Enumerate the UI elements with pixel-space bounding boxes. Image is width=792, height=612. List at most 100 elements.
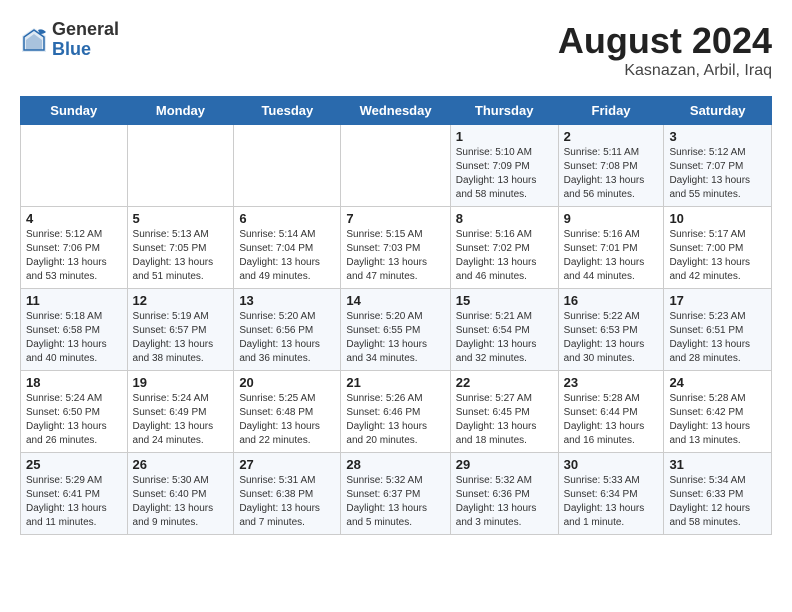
day-info: Sunrise: 5:18 AM Sunset: 6:58 PM Dayligh… [26,310,122,366]
calendar-cell: 19Sunrise: 5:24 AM Sunset: 6:49 PM Dayli… [127,371,234,453]
weekday-header-tuesday: Tuesday [234,97,341,125]
day-number: 16 [564,293,659,308]
day-info: Sunrise: 5:32 AM Sunset: 6:36 PM Dayligh… [456,474,553,530]
calendar-cell: 10 Sunrise: 5:17 AM Sunset: 7:00 PM Dayli… [664,207,772,289]
calendar-cell: 13 Sunrise: 5:20 AM Sunset: 6:56 PM Dayli… [234,289,341,371]
calendar-cell: 14 Sunrise: 5:20 AM Sunset: 6:55 PM Dayli… [341,289,450,371]
day-number: 4 [26,211,122,226]
weekday-header-saturday: Saturday [664,97,772,125]
day-number: 11 [26,293,122,308]
day-number: 23 [564,375,659,390]
day-info: Sunrise: 5:13 AM Sunset: 7:05 PM Dayligh… [133,228,229,284]
calendar-cell [127,125,234,207]
calendar-cell: 12 Sunrise: 5:19 AM Sunset: 6:57 PM Dayli… [127,289,234,371]
day-info: Sunrise: 5:31 AM Sunset: 6:38 PM Dayligh… [239,474,335,530]
calendar-cell: 17 Sunrise: 5:23 AM Sunset: 6:51 PM Dayli… [664,289,772,371]
day-number: 12 [133,293,229,308]
calendar-week-1: 1Sunrise: 5:10 AM Sunset: 7:09 PM Daylig… [21,125,772,207]
day-number: 17 [669,293,766,308]
day-info: Sunrise: 5:20 AM Sunset: 6:55 PM Dayligh… [346,310,444,366]
page-header: General Blue August 2024 Kasnazan, Arbil… [20,20,772,80]
day-info: Sunrise: 5:17 AM Sunset: 7:00 PM Dayligh… [669,228,766,284]
day-number: 25 [26,457,122,472]
day-number: 13 [239,293,335,308]
day-number: 8 [456,211,553,226]
calendar-cell: 16 Sunrise: 5:22 AM Sunset: 6:53 PM Dayli… [558,289,664,371]
day-info: Sunrise: 5:30 AM Sunset: 6:40 PM Dayligh… [133,474,229,530]
calendar-cell: 30 Sunrise: 5:33 AM Sunset: 6:34 PM Dayli… [558,453,664,535]
day-number: 24 [669,375,766,390]
calendar-cell: 22Sunrise: 5:27 AM Sunset: 6:45 PM Dayli… [450,371,558,453]
day-number: 26 [133,457,229,472]
calendar-week-3: 11 Sunrise: 5:18 AM Sunset: 6:58 PM Dayli… [21,289,772,371]
day-number: 9 [564,211,659,226]
calendar-cell: 4Sunrise: 5:12 AM Sunset: 7:06 PM Daylig… [21,207,128,289]
calendar-cell: 29 Sunrise: 5:32 AM Sunset: 6:36 PM Dayli… [450,453,558,535]
day-info: Sunrise: 5:25 AM Sunset: 6:48 PM Dayligh… [239,392,335,448]
day-number: 2 [564,129,659,144]
day-number: 3 [669,129,766,144]
calendar-cell [21,125,128,207]
calendar-cell: 31Sunrise: 5:34 AM Sunset: 6:33 PM Dayli… [664,453,772,535]
day-number: 28 [346,457,444,472]
calendar-cell [341,125,450,207]
calendar-cell: 2 Sunrise: 5:11 AM Sunset: 7:08 PM Daylig… [558,125,664,207]
logo-general-text: General [52,20,119,40]
day-info: Sunrise: 5:23 AM Sunset: 6:51 PM Dayligh… [669,310,766,366]
day-info: Sunrise: 5:28 AM Sunset: 6:42 PM Dayligh… [669,392,766,448]
calendar-cell: 6Sunrise: 5:14 AM Sunset: 7:04 PM Daylig… [234,207,341,289]
calendar-cell: 15 Sunrise: 5:21 AM Sunset: 6:54 PM Dayli… [450,289,558,371]
month-year-title: August 2024 [558,20,772,62]
day-info: Sunrise: 5:26 AM Sunset: 6:46 PM Dayligh… [346,392,444,448]
day-info: Sunrise: 5:32 AM Sunset: 6:37 PM Dayligh… [346,474,444,530]
calendar-week-5: 25 Sunrise: 5:29 AM Sunset: 6:41 PM Dayli… [21,453,772,535]
day-number: 6 [239,211,335,226]
day-number: 10 [669,211,766,226]
weekday-header-monday: Monday [127,97,234,125]
calendar-cell: 23 Sunrise: 5:28 AM Sunset: 6:44 PM Dayli… [558,371,664,453]
day-number: 31 [669,457,766,472]
day-number: 30 [564,457,659,472]
calendar-cell: 25 Sunrise: 5:29 AM Sunset: 6:41 PM Dayli… [21,453,128,535]
calendar-cell: 3Sunrise: 5:12 AM Sunset: 7:07 PM Daylig… [664,125,772,207]
calendar-cell: 8 Sunrise: 5:16 AM Sunset: 7:02 PM Daylig… [450,207,558,289]
day-number: 27 [239,457,335,472]
day-number: 5 [133,211,229,226]
day-number: 29 [456,457,553,472]
day-info: Sunrise: 5:22 AM Sunset: 6:53 PM Dayligh… [564,310,659,366]
calendar-cell [234,125,341,207]
day-number: 7 [346,211,444,226]
logo-icon [20,26,48,54]
day-info: Sunrise: 5:16 AM Sunset: 7:02 PM Dayligh… [456,228,553,284]
calendar-cell: 9 Sunrise: 5:16 AM Sunset: 7:01 PM Daylig… [558,207,664,289]
day-number: 20 [239,375,335,390]
day-number: 1 [456,129,553,144]
day-info: Sunrise: 5:21 AM Sunset: 6:54 PM Dayligh… [456,310,553,366]
weekday-header-sunday: Sunday [21,97,128,125]
day-info: Sunrise: 5:15 AM Sunset: 7:03 PM Dayligh… [346,228,444,284]
day-info: Sunrise: 5:27 AM Sunset: 6:45 PM Dayligh… [456,392,553,448]
day-info: Sunrise: 5:24 AM Sunset: 6:49 PM Dayligh… [133,392,229,448]
day-info: Sunrise: 5:11 AM Sunset: 7:08 PM Dayligh… [564,146,659,202]
calendar-cell: 11 Sunrise: 5:18 AM Sunset: 6:58 PM Dayli… [21,289,128,371]
day-info: Sunrise: 5:29 AM Sunset: 6:41 PM Dayligh… [26,474,122,530]
day-info: Sunrise: 5:20 AM Sunset: 6:56 PM Dayligh… [239,310,335,366]
weekday-header-friday: Friday [558,97,664,125]
day-number: 18 [26,375,122,390]
day-number: 14 [346,293,444,308]
calendar-cell: 27 Sunrise: 5:31 AM Sunset: 6:38 PM Dayli… [234,453,341,535]
day-number: 21 [346,375,444,390]
day-info: Sunrise: 5:19 AM Sunset: 6:57 PM Dayligh… [133,310,229,366]
calendar-week-2: 4Sunrise: 5:12 AM Sunset: 7:06 PM Daylig… [21,207,772,289]
day-info: Sunrise: 5:33 AM Sunset: 6:34 PM Dayligh… [564,474,659,530]
day-info: Sunrise: 5:16 AM Sunset: 7:01 PM Dayligh… [564,228,659,284]
calendar-cell: 7 Sunrise: 5:15 AM Sunset: 7:03 PM Daylig… [341,207,450,289]
day-number: 15 [456,293,553,308]
logo-blue-text: Blue [52,40,119,60]
title-block: August 2024 Kasnazan, Arbil, Iraq [558,20,772,80]
calendar-cell: 21 Sunrise: 5:26 AM Sunset: 6:46 PM Dayli… [341,371,450,453]
calendar-cell: 28 Sunrise: 5:32 AM Sunset: 6:37 PM Dayli… [341,453,450,535]
weekday-header-thursday: Thursday [450,97,558,125]
weekday-header-wednesday: Wednesday [341,97,450,125]
day-info: Sunrise: 5:28 AM Sunset: 6:44 PM Dayligh… [564,392,659,448]
